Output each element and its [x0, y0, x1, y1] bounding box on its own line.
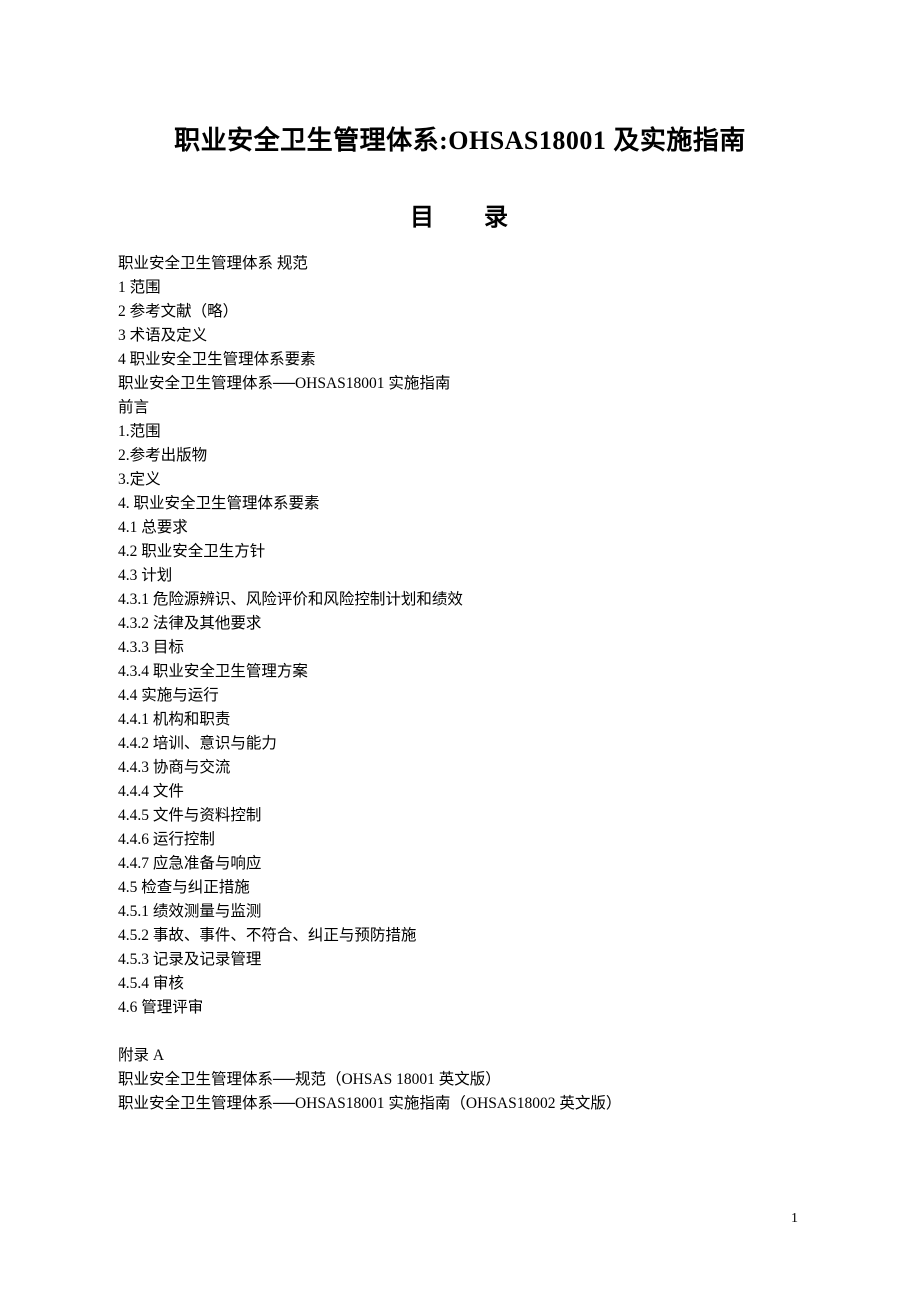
toc-item: 1 范围 [118, 276, 802, 300]
toc-item: 4. 职业安全卫生管理体系要素 [118, 492, 802, 516]
toc-list: 职业安全卫生管理体系 规范 1 范围 2 参考文献（略） 3 术语及定义 4 职… [118, 252, 802, 1116]
toc-item: 1.范围 [118, 420, 802, 444]
toc-item: 4.4.7 应急准备与响应 [118, 852, 802, 876]
toc-item: 4.5.2 事故、事件、不符合、纠正与预防措施 [118, 924, 802, 948]
toc-item: 4.2 职业安全卫生方针 [118, 540, 802, 564]
toc-item: 4.4.4 文件 [118, 780, 802, 804]
toc-item: 4.3.3 目标 [118, 636, 802, 660]
toc-item: 4.4.1 机构和职责 [118, 708, 802, 732]
toc-item: 4.6 管理评审 [118, 996, 802, 1020]
blank-line [118, 1020, 802, 1044]
toc-item: 4.4.6 运行控制 [118, 828, 802, 852]
toc-item: 前言 [118, 396, 802, 420]
toc-item: 4.3 计划 [118, 564, 802, 588]
toc-heading-right: 录 [484, 205, 510, 231]
appendix-item: 附录 A [118, 1044, 802, 1068]
toc-item: 4.4.2 培训、意识与能力 [118, 732, 802, 756]
toc-heading: 目录 [118, 197, 802, 232]
toc-item: 4.1 总要求 [118, 516, 802, 540]
toc-item: 3 术语及定义 [118, 324, 802, 348]
toc-item: 4.5.1 绩效测量与监测 [118, 900, 802, 924]
toc-item: 职业安全卫生管理体系──OHSAS18001 实施指南 [118, 372, 802, 396]
toc-item: 4.5.4 审核 [118, 972, 802, 996]
document-title: 职业安全卫生管理体系:OHSAS18001 及实施指南 [118, 120, 802, 157]
appendix-item: 职业安全卫生管理体系──OHSAS18001 实施指南（OHSAS18002 英… [118, 1092, 802, 1116]
page-number: 1 [791, 1211, 798, 1227]
toc-item: 2.参考出版物 [118, 444, 802, 468]
appendix-item: 职业安全卫生管理体系──规范（OHSAS 18001 英文版） [118, 1068, 802, 1092]
toc-item: 4.5 检查与纠正措施 [118, 876, 802, 900]
toc-item: 2 参考文献（略） [118, 300, 802, 324]
toc-item: 4 职业安全卫生管理体系要素 [118, 348, 802, 372]
document-page: 职业安全卫生管理体系:OHSAS18001 及实施指南 目录 职业安全卫生管理体… [0, 0, 920, 1176]
toc-item: 3.定义 [118, 468, 802, 492]
toc-item: 4.3.1 危险源辨识、风险评价和风险控制计划和绩效 [118, 588, 802, 612]
toc-item: 4.4 实施与运行 [118, 684, 802, 708]
toc-item: 4.4.3 协商与交流 [118, 756, 802, 780]
toc-item: 4.4.5 文件与资料控制 [118, 804, 802, 828]
toc-item: 职业安全卫生管理体系 规范 [118, 252, 802, 276]
toc-heading-left: 目 [410, 205, 436, 231]
toc-item: 4.5.3 记录及记录管理 [118, 948, 802, 972]
toc-item: 4.3.2 法律及其他要求 [118, 612, 802, 636]
toc-item: 4.3.4 职业安全卫生管理方案 [118, 660, 802, 684]
